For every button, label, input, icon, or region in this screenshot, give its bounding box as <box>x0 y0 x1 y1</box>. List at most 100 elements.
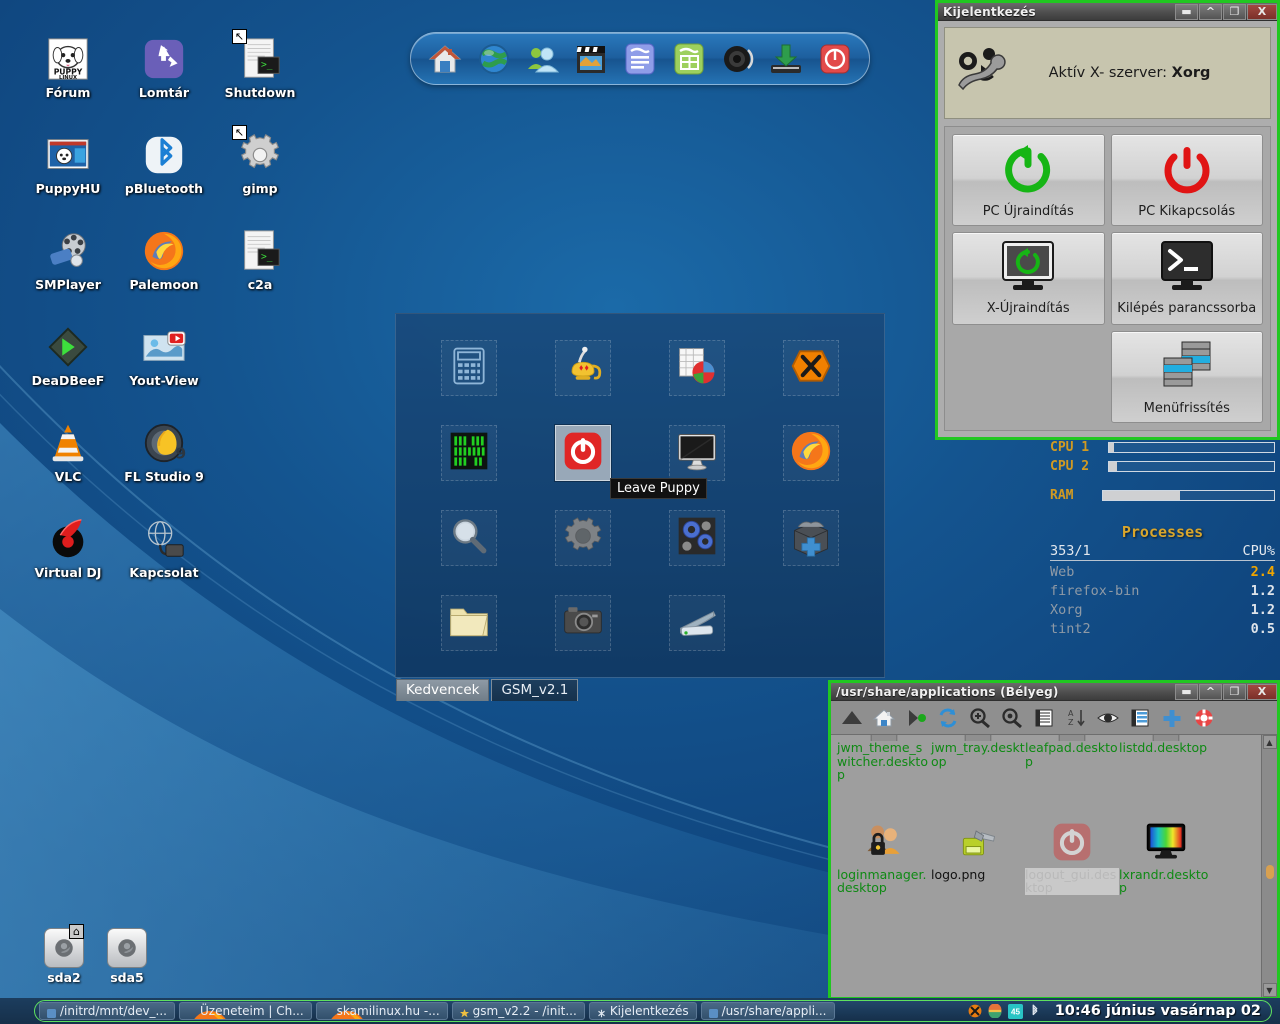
launcher-tab-kedvencek[interactable]: Kedvencek <box>396 679 490 701</box>
refresh-icon[interactable] <box>933 704 963 732</box>
orange-x-tray-icon[interactable] <box>968 1004 983 1019</box>
new-item-icon[interactable] <box>1157 704 1187 732</box>
filemanager-window[interactable]: /usr/share/applications (Bélyeg) ▬ ^ ❐ X… <box>828 680 1280 1000</box>
file-item[interactable]: jwm_theme_switcher.desktop <box>837 735 931 782</box>
home-icon[interactable] <box>425 39 465 79</box>
close-button[interactable]: X <box>1247 683 1277 700</box>
power-off-icon[interactable] <box>815 39 855 79</box>
logout-dialog-window[interactable]: Kijelentkezés ▬ ^ ❐ X Aktív X- szerver: … <box>935 0 1280 440</box>
file-item[interactable]: lxrandr.desktop <box>1119 816 1213 895</box>
desktop-icon-kapcsolat[interactable]: Kapcsolat <box>116 515 212 579</box>
writer-document-icon[interactable] <box>620 39 660 79</box>
maximize-button[interactable]: ❐ <box>1223 3 1246 20</box>
temperature-tray-icon[interactable]: 45 <box>1007 1003 1023 1019</box>
desktop-icon-deadbeef[interactable]: DeaDBeeF <box>20 323 116 387</box>
sunset-tray-icon[interactable] <box>988 1004 1003 1019</box>
close-button[interactable]: X <box>1247 3 1277 20</box>
desktop-icon-f-rum[interactable]: PUPPY LINUX Fórum <box>20 35 116 99</box>
desktop-icon-gimp[interactable]: ↖ gimp <box>212 125 308 195</box>
launcher-item-orange-x[interactable] <box>783 340 839 397</box>
restart-x-button[interactable]: X-Újraindítás <box>952 232 1105 325</box>
filemanager-scrollbar[interactable]: ▲ ▼ <box>1261 735 1277 997</box>
system-tray[interactable]: 45 <box>968 1003 1043 1019</box>
task-button[interactable]: /usr/share/appli... <box>700 1002 835 1020</box>
desktop-icon-pbluetooth[interactable]: pBluetooth <box>116 131 212 195</box>
filemanager-toolbar[interactable]: AZ <box>831 701 1277 735</box>
desktop-icon-yout-view[interactable]: Yout-View <box>116 323 212 387</box>
minimize-button[interactable]: ▬ <box>1175 683 1198 700</box>
home-icon[interactable] <box>869 704 899 732</box>
launcher-item-firefox[interactable] <box>783 425 839 482</box>
taskbar[interactable]: /initrd/mnt/dev_... Üzeneteim | Ch... sk… <box>0 998 1280 1024</box>
desktop-icon-virtual-dj[interactable]: Virtual DJ <box>20 515 116 579</box>
desktop-icon-lomt-r[interactable]: Lomtár <box>116 35 212 99</box>
bluetooth-tray-icon[interactable] <box>1028 1004 1043 1019</box>
launcher-item-scanner[interactable] <box>669 594 725 651</box>
launcher-tab-gsm-v2-1[interactable]: GSM_v2.1 <box>491 679 579 701</box>
show-hidden-icon[interactable] <box>1093 704 1123 732</box>
desktop-icon-puppyhu[interactable]: PuppyHU <box>20 131 116 195</box>
task-button[interactable]: Üzeneteim | Ch... <box>179 1002 312 1020</box>
task-button[interactable]: skamilinux.hu -... <box>315 1002 448 1020</box>
menu-refresh-button[interactable]: Menüfrissítés <box>1110 330 1263 423</box>
up-arrow-icon[interactable] <box>837 704 867 732</box>
launcher-item-gear-settings[interactable] <box>555 509 611 566</box>
launcher-item-package-install[interactable] <box>783 509 839 566</box>
desktop-icon-shutdown[interactable]: >_ ↖ Shutdown <box>212 29 308 99</box>
logout-window-buttons[interactable]: ▬ ^ ❐ X <box>1174 3 1277 21</box>
file-item[interactable]: loginmanager.desktop <box>837 816 931 895</box>
maximize-button[interactable]: ❐ <box>1223 683 1246 700</box>
logout-titlebar[interactable]: Kijelentkezés ▬ ^ ❐ X <box>938 3 1277 21</box>
file-item[interactable]: jwm_tray.desktop <box>931 735 1025 782</box>
bookmarks-icon[interactable] <box>901 704 931 732</box>
speaker-icon[interactable] <box>718 39 758 79</box>
launcher-tabs[interactable]: Kedvencek GSM_v2.1 <box>396 679 579 701</box>
zoom-fit-icon[interactable] <box>997 704 1027 732</box>
filemanager-window-buttons[interactable]: ▬ ^ ❐ X <box>1174 683 1277 701</box>
drive-icon-sda2[interactable]: ⌂ sda2 <box>28 924 100 985</box>
reboot-pc-button[interactable]: PC Újraindítás <box>952 134 1105 227</box>
launcher-item-monitor-display[interactable] <box>669 425 725 482</box>
scroll-down-button[interactable]: ▼ <box>1262 983 1277 997</box>
shade-button[interactable]: ^ <box>1199 3 1222 20</box>
clock[interactable]: 10:46 június vasárnap 02 <box>1055 1003 1261 1019</box>
task-button[interactable]: gsm_v2.2 - /init... <box>451 1002 585 1020</box>
zoom-in-icon[interactable] <box>965 704 995 732</box>
launcher-item-folder[interactable] <box>441 594 497 651</box>
desktop-icon-vlc[interactable]: VLC <box>20 419 116 483</box>
file-item[interactable]: listdd.desktop <box>1119 735 1213 782</box>
desktop-icon-fl-studio-9[interactable]: 9 FL Studio 9 <box>116 419 212 483</box>
launcher-item-genie-lamp[interactable] <box>555 340 611 397</box>
download-drive-icon[interactable] <box>766 39 806 79</box>
exit-to-prompt-button[interactable]: Kilépés parancssorba <box>1110 232 1263 325</box>
help-icon[interactable] <box>1189 704 1219 732</box>
file-item[interactable]: logo.png <box>931 816 1025 895</box>
shutdown-pc-button[interactable]: PC Kikapcsolás <box>1110 134 1263 227</box>
filemanager-titlebar[interactable]: /usr/share/applications (Bélyeg) ▬ ^ ❐ X <box>831 683 1277 701</box>
launcher-item-matrix-terminal[interactable] <box>441 425 497 482</box>
launcher-item-magnifier-search[interactable] <box>441 509 497 566</box>
launcher-item-blue-gears[interactable] <box>669 509 725 566</box>
launcher-item-camera[interactable] <box>555 594 611 651</box>
desktop-icon-smplayer[interactable]: SMPlayer <box>20 227 116 291</box>
scroll-up-button[interactable]: ▲ <box>1262 735 1277 749</box>
filemanager-file-list[interactable]: jwm_theme_switcher.desktop jwm_tray.desk… <box>831 735 1261 997</box>
contacts-icon[interactable] <box>523 39 563 79</box>
file-item[interactable]: logout_gui.desktop <box>1025 816 1119 895</box>
file-item[interactable]: leafpad.desktop <box>1025 735 1119 782</box>
sort-icon[interactable]: AZ <box>1061 704 1091 732</box>
spreadsheet-icon[interactable] <box>669 39 709 79</box>
launcher-item-power-leave[interactable] <box>555 425 611 482</box>
launcher-item-calculator[interactable] <box>441 340 497 397</box>
movie-clapper-icon[interactable] <box>571 39 611 79</box>
minimize-button[interactable]: ▬ <box>1175 3 1198 20</box>
details-view-icon[interactable] <box>1125 704 1155 732</box>
application-dock[interactable] <box>410 32 870 85</box>
task-button[interactable]: /initrd/mnt/dev_... <box>39 1002 175 1020</box>
task-button[interactable]: Kijelentkezés <box>588 1002 697 1020</box>
globe-browser-icon[interactable] <box>474 39 514 79</box>
scrollbar-thumb[interactable] <box>1265 865 1274 879</box>
desktop-icon-c2a[interactable]: >_ c2a <box>212 227 308 291</box>
list-view-icon[interactable] <box>1029 704 1059 732</box>
launcher-item-spreadsheet-chart[interactable] <box>669 340 725 397</box>
